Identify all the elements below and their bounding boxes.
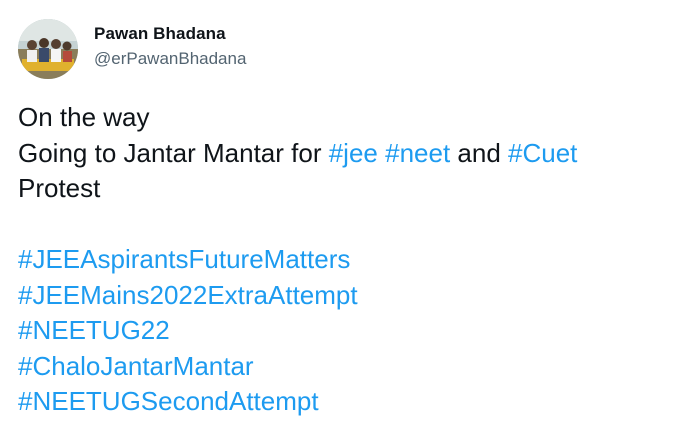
- tweet-line-1: On the way: [18, 102, 150, 132]
- hashtag-link[interactable]: #Cuet: [508, 138, 577, 168]
- avatar-photo-icon: [18, 19, 78, 79]
- hashtag-link[interactable]: #NEETUG22: [18, 313, 668, 349]
- hashtag-link[interactable]: #NEETUGSecondAttempt: [18, 384, 668, 420]
- author-block: Pawan Bhadana @erPawanBhadana: [94, 24, 246, 69]
- hashtag-link[interactable]: #neet: [385, 138, 450, 168]
- hashtag-link[interactable]: #jee: [329, 138, 378, 168]
- avatar[interactable]: [18, 19, 78, 79]
- tweet-line-2-text: Going to Jantar Mantar for: [18, 137, 329, 168]
- hashtag-link[interactable]: #JEEAspirantsFutureMatters: [18, 242, 668, 278]
- display-name[interactable]: Pawan Bhadana: [94, 24, 246, 44]
- tweet-line-3: Protest: [18, 173, 101, 203]
- hashtag-link[interactable]: #JEEMains2022ExtraAttempt: [18, 278, 668, 314]
- hashtag-link[interactable]: #ChaloJantarMantar: [18, 349, 668, 385]
- tweet-line-2: Going to Jantar Mantar for #jee #neet an…: [18, 136, 668, 172]
- user-handle[interactable]: @erPawanBhadana: [94, 49, 246, 69]
- tweet-and-text: and: [450, 137, 509, 168]
- tweet: Pawan Bhadana @erPawanBhadana On the way…: [0, 0, 684, 448]
- tweet-text: On the way Going to Jantar Mantar for #j…: [18, 100, 668, 420]
